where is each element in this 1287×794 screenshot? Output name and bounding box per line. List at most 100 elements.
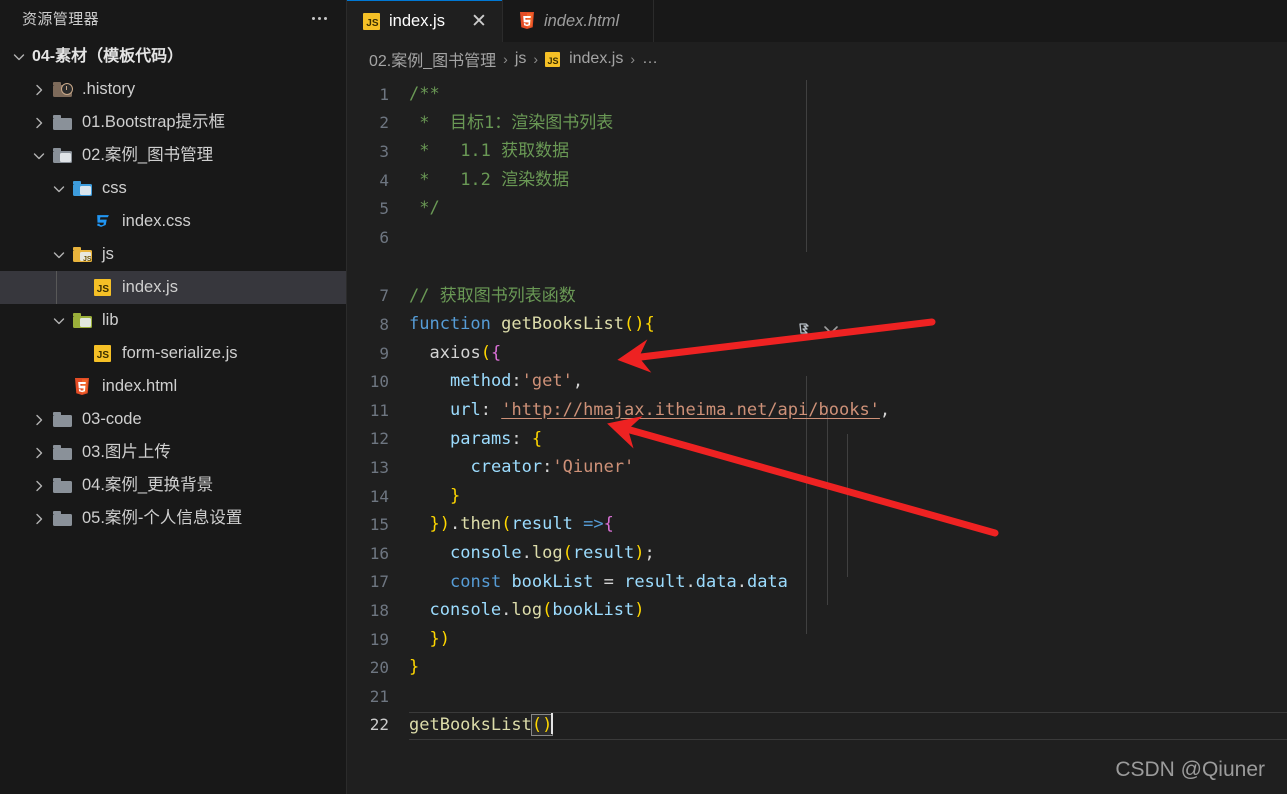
chevron-right-icon[interactable]: [28, 475, 50, 497]
line-number: 9: [379, 343, 389, 363]
chevron-right-icon[interactable]: [28, 112, 50, 134]
code-line[interactable]: 16 console.log(result);: [347, 539, 1287, 568]
tree-item-05.-[interactable]: 05.案例-个人信息设置: [0, 502, 346, 535]
breadcrumb-item-more[interactable]: …: [642, 50, 658, 68]
tree-item-03-code[interactable]: 03-code: [0, 403, 346, 436]
tree-item-form-serialize.js[interactable]: JS form-serialize.js: [0, 337, 346, 370]
tab-index-html[interactable]: index.html: [501, 0, 655, 42]
code-text: * 1.2 渲染数据: [419, 169, 570, 190]
code-text: params: {: [450, 428, 543, 449]
code-text: */: [419, 198, 440, 219]
line-number: 6: [379, 227, 389, 247]
folder-icon: [50, 509, 74, 529]
line-number: 2: [379, 113, 389, 133]
tree-item-label: index.html: [102, 377, 178, 396]
chevron-down-icon[interactable]: [48, 244, 70, 266]
code-line[interactable]: 22 getBooksList(): [347, 711, 1287, 740]
chevron-down-icon[interactable]: [8, 46, 30, 68]
explorer-title: 资源管理器: [22, 10, 100, 28]
chevron-right-icon[interactable]: [28, 442, 50, 464]
tree-item-03.[interactable]: 03.图片上传: [0, 436, 346, 469]
tree-item-label: lib: [102, 311, 119, 330]
folder-icon: [50, 443, 74, 463]
breadcrumb-item-js[interactable]: js: [515, 50, 527, 68]
line-number: 4: [379, 170, 389, 190]
folder-history-icon: [50, 80, 74, 100]
tab-close-icon[interactable]: ✕: [468, 11, 490, 33]
tree-item-.history[interactable]: .history: [0, 73, 346, 106]
chevron-right-icon[interactable]: [28, 409, 50, 431]
tree-item-02.[interactable]: 02.案例_图书管理: [0, 139, 346, 172]
line-number: 15: [369, 515, 389, 535]
folder-icon: [50, 113, 74, 133]
tree-item-label: 05.案例-个人信息设置: [82, 509, 243, 528]
line-number: 22: [369, 715, 389, 735]
tab-index-js[interactable]: JS index.js ✕: [347, 0, 502, 42]
code-line[interactable]: 13 creator:'Qiuner': [347, 453, 1287, 482]
code-text: function getBooksList(){: [409, 314, 655, 335]
code-line[interactable]: 6: [347, 223, 1287, 252]
code-line[interactable]: 10 method:'get',: [347, 367, 1287, 396]
code-line[interactable]: 5 */: [347, 194, 1287, 223]
code-line[interactable]: 4 * 1.2 渲染数据: [347, 166, 1287, 195]
chevron-down-icon[interactable]: [28, 145, 50, 167]
editor-tab-bar: JS index.js ✕ index.html: [347, 0, 1287, 42]
tree-item-index.css[interactable]: index.css: [0, 205, 346, 238]
code-line[interactable]: 15 }).then(result =>{: [347, 510, 1287, 539]
tree-item-label: .history: [82, 80, 136, 99]
code-line[interactable]: 3 * 1.1 获取数据: [347, 137, 1287, 166]
line-number: 18: [369, 600, 389, 620]
tree-item-css[interactable]: css: [0, 172, 346, 205]
code-line[interactable]: 7 // 获取图书列表函数: [347, 282, 1287, 311]
code-line[interactable]: 12 params: {: [347, 425, 1287, 454]
code-text: }: [409, 657, 420, 678]
code-line[interactable]: 14 }: [347, 482, 1287, 511]
line-number: 1: [379, 84, 389, 104]
code-line[interactable]: 19 }): [347, 625, 1287, 654]
code-editor[interactable]: 1/** 2 * 目标1：渲染图书列表 3 * 1.1 获取数据 4 * 1.2 渲染…: [347, 76, 1287, 794]
chevron-down-icon[interactable]: [48, 310, 70, 332]
line-number: 21: [369, 686, 389, 706]
code-line[interactable]: 2 * 目标1：渲染图书列表: [347, 109, 1287, 138]
html-file-icon: [70, 377, 94, 397]
js-file-icon: JS: [545, 51, 561, 67]
code-line[interactable]: 11 url: 'http://hmajax.itheima.net/api/b…: [347, 396, 1287, 425]
tree-item-label: 03-code: [82, 410, 142, 429]
code-line[interactable]: 18 console.log(bookList): [347, 596, 1287, 625]
watermark: CSDN @Qiuner: [1115, 758, 1265, 781]
tree-item-04-[interactable]: 04-素材（模板代码）: [0, 40, 346, 73]
line-number: 10: [369, 372, 389, 392]
tree-item-04.[interactable]: 04.案例_更换背景: [0, 469, 346, 502]
breadcrumb-item-folder[interactable]: 02.案例_图书管理: [369, 47, 496, 71]
line-number: 13: [369, 457, 389, 477]
code-line[interactable]: 21: [347, 682, 1287, 711]
chevron-right-icon[interactable]: [28, 508, 50, 530]
tree-item-01.Bootstrap[interactable]: 01.Bootstrap提示框: [0, 106, 346, 139]
line-number: 14: [369, 486, 389, 506]
tree-item-js[interactable]: JS js: [0, 238, 346, 271]
chevron-right-icon[interactable]: [28, 79, 50, 101]
code-line[interactable]: 1 /**: [347, 80, 1287, 109]
explorer-more-actions-icon[interactable]: [306, 8, 332, 28]
tree-item-lib[interactable]: lib: [0, 304, 346, 337]
code-text: * 1.1 获取数据: [419, 141, 570, 162]
folder-css-icon: [70, 179, 94, 199]
breadcrumb-item-file[interactable]: index.js: [569, 50, 623, 68]
folder-open-icon: [50, 146, 74, 166]
folder-js-icon: JS: [70, 245, 94, 265]
chevron-down-icon[interactable]: [48, 178, 70, 200]
tree-item-index.html[interactable]: index.html: [0, 370, 346, 403]
tree-item-index.js[interactable]: JS index.js: [0, 271, 346, 304]
code-line[interactable]: 8 function getBooksList(){: [347, 310, 1287, 339]
line-number: 17: [369, 572, 389, 592]
line-number: 11: [369, 400, 389, 420]
html-file-icon: [519, 12, 535, 30]
code-line[interactable]: 20}: [347, 653, 1287, 682]
tree-item-label: 02.案例_图书管理: [82, 146, 214, 165]
tab-label: index.js: [389, 12, 445, 31]
tree-item-label: index.css: [122, 212, 191, 231]
folder-icon: [50, 410, 74, 430]
code-line[interactable]: 9 axios({: [347, 339, 1287, 368]
code-text: console.log(bookList): [429, 600, 645, 621]
code-line[interactable]: 17 const bookList = result.data.data: [347, 568, 1287, 597]
